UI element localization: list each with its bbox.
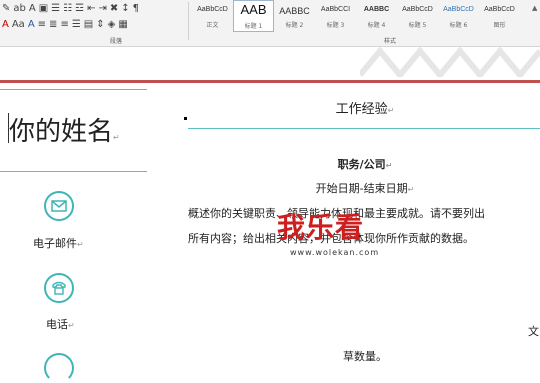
- style-normal[interactable]: AaBbCcD 正文: [192, 0, 233, 32]
- paragraph-mark: ↵: [407, 185, 415, 194]
- name-top-rule: [0, 89, 147, 90]
- clear-format-icon[interactable]: ✎: [2, 2, 10, 16]
- style-heading-6[interactable]: AaBbCcD 标题 6: [438, 0, 479, 32]
- job-description-cut-line[interactable]: 草数量。: [190, 348, 540, 364]
- borders-icon[interactable]: ▦: [118, 18, 127, 32]
- paragraph-mark: ↵: [77, 240, 84, 249]
- paragraph-mark: ↵: [387, 106, 395, 115]
- watermark-logo: 我乐看: [277, 211, 365, 244]
- style-sample: AaBbCcD: [402, 6, 433, 13]
- email-label-text: 电子邮件: [33, 237, 77, 250]
- font-toolbar-row-2: A Aa A ≡ ≣ ≡ ☰ ▤ ⇕ ◈ ▦: [2, 17, 131, 33]
- anchor-marker: [184, 117, 187, 120]
- style-name: 标题 6: [449, 22, 468, 29]
- phone-label: 电话↵: [46, 316, 75, 332]
- style-heading-4[interactable]: AABBC 标题 4: [356, 0, 397, 32]
- job-dates-text: 开始日期-结束日期: [315, 182, 408, 195]
- font-color-icon[interactable]: A: [2, 18, 9, 32]
- style-name: 标题 4: [367, 22, 386, 29]
- style-sample: AaBbCcD: [484, 6, 515, 13]
- change-case-icon[interactable]: Aa: [12, 18, 25, 32]
- email-label: 电子邮件↵: [33, 235, 84, 251]
- name-heading[interactable]: 你的姓名↵: [9, 111, 120, 148]
- show-marks-icon[interactable]: ¶: [133, 2, 139, 16]
- name-bottom-rule: [0, 171, 147, 172]
- background-pattern: [360, 47, 540, 77]
- align-left-icon[interactable]: ≡: [38, 18, 46, 32]
- style-sample: AABBC: [279, 6, 310, 16]
- style-heading-3[interactable]: AaBbCCI 标题 3: [315, 0, 356, 32]
- style-sample: AaBbCcD: [197, 6, 228, 13]
- align-right-icon[interactable]: ≡: [60, 18, 68, 32]
- job-dates[interactable]: 开始日期-结束日期↵: [190, 180, 540, 196]
- style-heading-5[interactable]: AaBbCcD 标题 5: [397, 0, 438, 32]
- sort-icon[interactable]: ↕: [121, 2, 129, 16]
- edge-text: 文: [528, 325, 539, 338]
- distribute-icon[interactable]: ▤: [84, 18, 93, 32]
- style-sample: AAB: [240, 2, 267, 17]
- multilevel-list-icon[interactable]: ☲: [75, 2, 84, 16]
- watermark-url: www.wolekan.com: [290, 248, 380, 257]
- line-spacing-icon[interactable]: ⇕: [96, 18, 104, 32]
- paragraph-mark: ↵: [113, 133, 120, 142]
- style-sample: AABBC: [363, 6, 390, 13]
- document-page[interactable]: 你的姓名↵ 电子邮件↵ 电话↵ 工作经验↵ 职务/公司↵ 开始日期-结束日期↵ …: [0, 83, 540, 383]
- bullets-icon[interactable]: ☰: [51, 2, 60, 16]
- styles-group-label: 样式: [384, 38, 397, 45]
- style-name: 正文: [206, 22, 219, 29]
- style-name: 标题 2: [285, 22, 304, 29]
- email-icon: [44, 191, 74, 221]
- paragraph-mark: ↵: [385, 161, 393, 170]
- decrease-indent-icon[interactable]: ⇤: [87, 2, 95, 16]
- phone-label-text: 电话: [46, 318, 68, 331]
- char-border-icon[interactable]: ▣: [39, 2, 48, 16]
- style-name: 标题 5: [408, 22, 427, 29]
- paragraph-mark: ↵: [68, 321, 75, 330]
- char-shading-icon[interactable]: A: [29, 2, 36, 16]
- style-name: 图形: [493, 22, 506, 29]
- style-name: 标题 1: [244, 23, 263, 30]
- text-effect-icon[interactable]: A: [28, 18, 35, 32]
- increase-indent-icon[interactable]: ⇥: [98, 2, 106, 16]
- style-heading-2[interactable]: AABBC 标题 2: [274, 0, 315, 32]
- shading-icon[interactable]: ◈: [108, 18, 116, 32]
- style-sample: AaBbCCI: [320, 6, 351, 13]
- ribbon: ✎ ab A ▣ ☰ ☷ ☲ ⇤ ⇥ ✖ ↕ ¶ A Aa A ≡ ≣ ≡ ☰ …: [0, 0, 540, 47]
- highlight-icon[interactable]: ab: [13, 2, 25, 16]
- style-graphic[interactable]: AaBbCcD 图形: [479, 0, 520, 32]
- section-title: 工作经验↵: [190, 98, 540, 117]
- gallery-more-icon[interactable]: ▲: [532, 4, 537, 12]
- name-text: 你的姓名: [9, 117, 114, 147]
- chinese-layout-icon[interactable]: ✖: [110, 2, 118, 16]
- styles-gallery: AaBbCcD 正文 AAB 标题 1 AABBC 标题 2 AaBbCCI 标…: [192, 0, 532, 32]
- paragraph-group-label: 段落: [110, 38, 123, 45]
- phone-icon: [44, 273, 74, 303]
- align-center-icon[interactable]: ≣: [49, 18, 57, 32]
- section-rule: [188, 128, 540, 129]
- font-toolbar-row-1: ✎ ab A ▣ ☰ ☷ ☲ ⇤ ⇥ ✖ ↕ ¶: [2, 1, 142, 17]
- style-name: 标题 3: [326, 22, 345, 29]
- job-title[interactable]: 职务/公司↵: [190, 156, 540, 172]
- justify-icon[interactable]: ☰: [72, 18, 81, 32]
- style-sample: AaBbCcD: [443, 6, 474, 13]
- job-title-text: 职务/公司: [337, 158, 386, 171]
- style-heading-1[interactable]: AAB 标题 1: [233, 0, 274, 32]
- section-title-text: 工作经验: [335, 102, 388, 117]
- contact-icon-partial: [44, 353, 74, 383]
- ribbon-separator: [188, 2, 189, 40]
- numbering-icon[interactable]: ☷: [63, 2, 72, 16]
